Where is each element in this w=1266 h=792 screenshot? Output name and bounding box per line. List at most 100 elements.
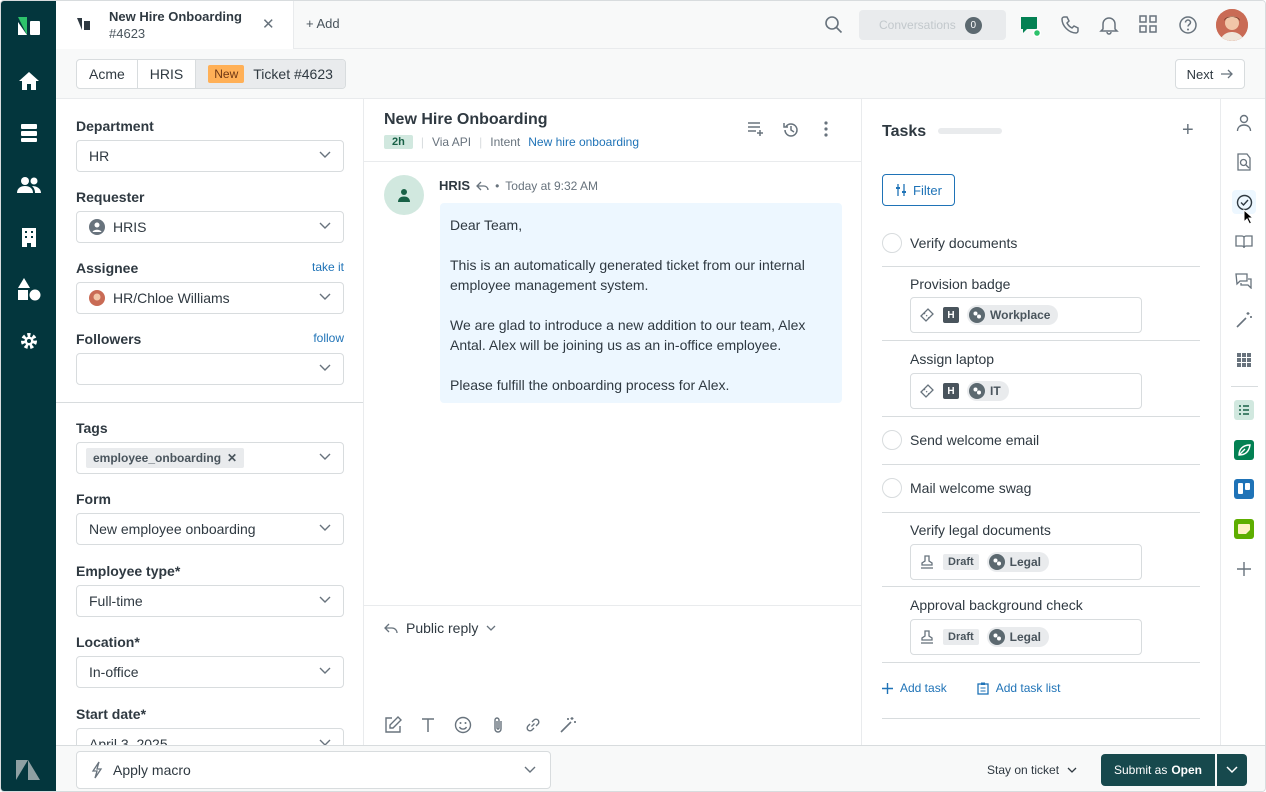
help-icon[interactable] [1178, 15, 1198, 35]
h-badge: H [943, 307, 959, 323]
link-icon[interactable] [524, 716, 542, 734]
tasks-title: Tasks [882, 123, 927, 140]
followers-select[interactable] [76, 353, 344, 385]
reply-mode-selector[interactable]: Public reply [384, 620, 496, 636]
history-icon[interactable] [782, 121, 800, 139]
ticket-tab[interactable]: New Hire Onboarding #4623 ✕ [56, 1, 294, 49]
zendesk-logo-icon[interactable] [16, 15, 42, 37]
add-task-list-button[interactable]: Add task list [977, 681, 1060, 695]
notifications-bell-icon[interactable] [1099, 15, 1119, 35]
side-conversations-icon[interactable] [1232, 269, 1256, 293]
group-pill: IT [967, 381, 1009, 401]
task-assignment-card[interactable]: H Workplace [910, 297, 1142, 333]
chevron-down-icon [486, 625, 496, 631]
leaf-app-icon[interactable] [1232, 438, 1256, 462]
more-options-icon[interactable] [824, 121, 828, 137]
attachment-icon[interactable] [489, 716, 507, 734]
list-app-icon[interactable] [1232, 398, 1256, 422]
intent-value-link[interactable]: New hire onboarding [528, 135, 639, 149]
rail-divider [1231, 386, 1258, 387]
message-author[interactable]: HRIS [439, 178, 470, 193]
apps-grid-icon[interactable] [1232, 348, 1256, 372]
task-name[interactable]: Mail welcome swag [910, 480, 1031, 496]
submit-button[interactable]: Submit as Open [1101, 754, 1215, 786]
task-name[interactable]: Assign laptop [910, 351, 994, 367]
compose-edit-icon[interactable] [384, 716, 402, 734]
task-checkbox[interactable] [882, 430, 902, 450]
reporting-icon[interactable] [1, 263, 56, 315]
ticket-subbar: Acme HRIS New Ticket #4623 Next [56, 49, 1265, 99]
form-select[interactable]: New employee onboarding [76, 513, 344, 545]
tag-remove-icon[interactable]: ✕ [227, 451, 237, 465]
take-it-link[interactable]: take it [312, 260, 344, 276]
breadcrumb-requester[interactable]: HRIS [138, 60, 197, 88]
task-name[interactable]: Approval background check [910, 597, 1083, 613]
tab-title: New Hire Onboarding [109, 9, 242, 24]
employee-type-select[interactable]: Full-time [76, 585, 344, 617]
chat-status-icon[interactable] [1019, 15, 1041, 37]
department-select[interactable]: HR [76, 140, 344, 172]
tags-input[interactable]: employee_onboarding ✕ [76, 442, 344, 474]
knowledge-search-icon[interactable] [1232, 150, 1256, 174]
user-avatar[interactable] [1216, 9, 1248, 41]
notes-app-icon[interactable] [1232, 517, 1256, 541]
customers-icon[interactable] [1, 159, 56, 211]
tag-chip[interactable]: employee_onboarding ✕ [86, 448, 245, 468]
filter-button[interactable]: Filter [882, 174, 955, 206]
task-name[interactable]: Verify legal documents [910, 522, 1051, 538]
task-item: Approval background check Draft Legal [882, 587, 1200, 663]
add-task-plus-icon[interactable]: + [1182, 119, 1194, 142]
assignee-select[interactable]: HR/Chloe Williams [76, 282, 344, 314]
requester-select[interactable]: HRIS [76, 211, 344, 243]
add-app-plus-icon[interactable] [1232, 557, 1256, 581]
location-select[interactable]: In-office [76, 656, 344, 688]
message-paragraph: Please fulfill the onboarding process fo… [450, 377, 730, 393]
follow-link[interactable]: follow [313, 331, 344, 347]
submit-options-button[interactable] [1217, 754, 1247, 786]
meta-separator: | [420, 135, 424, 149]
home-icon[interactable] [1, 55, 56, 107]
message-paragraph: This is an automatically generated ticke… [450, 257, 805, 293]
tab-close-icon[interactable]: ✕ [262, 15, 275, 33]
views-icon[interactable] [1, 107, 56, 159]
group-icon [988, 554, 1005, 570]
employee-type-label: Employee type* [76, 563, 181, 579]
ai-magic-wand-icon[interactable] [559, 716, 577, 734]
search-icon[interactable] [824, 15, 843, 34]
text-format-icon[interactable] [419, 716, 437, 734]
task-approval-card[interactable]: Draft Legal [910, 619, 1142, 655]
breadcrumb-ticket[interactable]: New Ticket #4623 [196, 60, 345, 88]
product-tray-icon[interactable] [1139, 15, 1157, 33]
requester-field: Requester HRIS [76, 189, 344, 243]
admin-gear-icon[interactable] [1, 315, 56, 367]
task-name[interactable]: Verify documents [910, 235, 1017, 251]
task-assignment-card[interactable]: H IT [910, 373, 1142, 409]
group-pill: Workplace [967, 305, 1059, 325]
stay-on-ticket-select[interactable]: Stay on ticket [987, 763, 1077, 777]
task-name[interactable]: Provision badge [910, 276, 1010, 292]
emoji-icon[interactable] [454, 716, 472, 734]
apply-macro-select[interactable]: Apply macro [76, 751, 551, 789]
draft-badge: Draft [943, 629, 979, 645]
breadcrumb-org[interactable]: Acme [77, 60, 138, 88]
ai-wand-icon[interactable] [1232, 308, 1256, 332]
task-checkbox[interactable] [882, 478, 902, 498]
conversations-count: 0 [964, 16, 982, 34]
add-task-button[interactable]: Add task [882, 681, 947, 695]
organizations-icon[interactable] [1, 211, 56, 263]
knowledge-book-icon[interactable] [1232, 230, 1256, 254]
ticket-footer: Apply macro Stay on ticket Submit as Ope… [56, 745, 1265, 791]
customer-context-icon[interactable] [1232, 111, 1256, 135]
trello-app-icon[interactable] [1232, 477, 1256, 501]
task-approval-card[interactable]: Draft Legal [910, 544, 1142, 580]
add-tab-button[interactable]: + Add [306, 16, 340, 31]
phone-icon[interactable] [1060, 15, 1080, 35]
next-button[interactable]: Next [1175, 59, 1245, 89]
apply-macro-list-icon[interactable] [747, 121, 765, 137]
reply-composer[interactable]: Public reply [364, 605, 862, 745]
task-name[interactable]: Send welcome email [910, 432, 1039, 448]
conversations-button[interactable]: Conversations 0 [859, 10, 1006, 40]
start-date-input[interactable]: April 3, 2025 [76, 728, 344, 745]
task-checkbox[interactable] [882, 233, 902, 253]
employee-type-field: Employee type* Full-time [76, 563, 344, 617]
